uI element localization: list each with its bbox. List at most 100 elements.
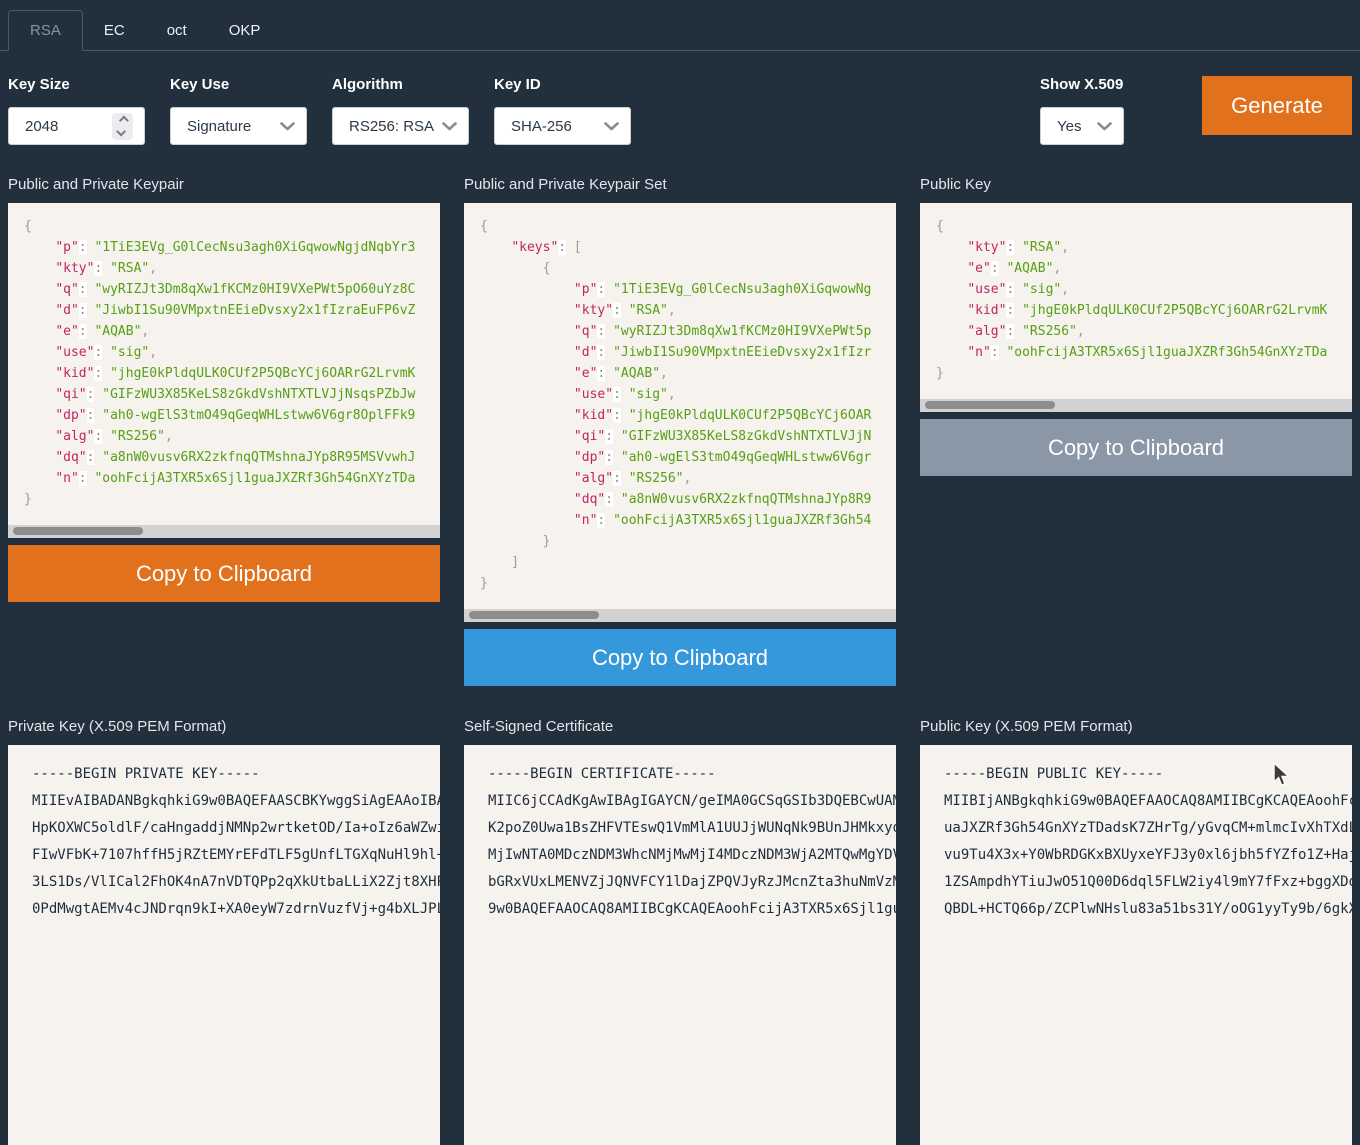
certificate-text: -----BEGIN CERTIFICATE-----MIIC6jCCAdKgA… (464, 745, 896, 923)
code-line: "d": "JiwbI1Su90VMpxtnEEieDvsxy2x1fIzr (480, 342, 896, 363)
pem-line: MIIC6jCCAdKgAwIBAgIGAYCN/geIMA0GCSqGSIb3… (488, 788, 896, 815)
pem-line: MIIBIjANBgkqhkiG9w0BAQEFAAOCAQ8AMIIBCgKC… (944, 788, 1352, 815)
keypair-set-title: Public and Private Keypair Set (464, 175, 896, 194)
key-use-label: Key Use (170, 76, 307, 94)
code-line: "use": "sig", (24, 342, 440, 363)
code-line: "dq": "a8nW0vusv6RX2zkfnqQTMshnaJYp8R9 (480, 489, 896, 510)
chevron-down-icon (442, 122, 457, 131)
key-id-value: SHA-256 (511, 118, 572, 135)
pem-line: -----BEGIN CERTIFICATE----- (488, 761, 896, 788)
code-line: "d": "JiwbI1Su90VMpxtnEEieDvsxy2x1fIzraE… (24, 300, 440, 321)
key-size-value: 2048 (25, 118, 58, 135)
output-grid: Public and Private Keypair { "p": "1TiE3… (8, 175, 1352, 1145)
pem-line: MIIEvAIBADANBgkqhkiG9w0BAQEFAASCBKYwggSi… (32, 788, 440, 815)
private-pem-title: Private Key (X.509 PEM Format) (8, 717, 440, 736)
keypair-json: { "p": "1TiE3EVg_G0lCecNsu3agh0XiGqwowNg… (8, 203, 440, 525)
scrollbar-thumb[interactable] (469, 611, 599, 619)
private-pem-text: -----BEGIN PRIVATE KEY-----MIIEvAIBADANB… (8, 745, 440, 923)
show-x509-select[interactable]: Yes (1040, 107, 1124, 145)
copy-keypair-set-button[interactable]: Copy to Clipboard (464, 629, 896, 686)
key-use-value: Signature (187, 118, 251, 135)
code-line: { (936, 216, 1352, 237)
code-line: { (480, 258, 896, 279)
code-line: ] (480, 552, 896, 573)
spinner-down-icon[interactable] (116, 127, 126, 137)
copy-public-key-button[interactable]: Copy to Clipboard (920, 419, 1352, 476)
spinner-up-icon[interactable] (119, 116, 129, 126)
key-id-group: Key ID SHA-256 (494, 76, 631, 145)
horizontal-scrollbar[interactable] (8, 525, 440, 538)
pem-line: uaJXZRf3Gh54GnXYzTDadsK7ZHrTg/yGvqCM+mlm… (944, 815, 1352, 842)
key-size-group: Key Size 2048 (8, 76, 145, 145)
code-line: { (480, 216, 896, 237)
keypair-panel: { "p": "1TiE3EVg_G0lCecNsu3agh0XiGqwowNg… (8, 203, 440, 538)
pem-line: HpKOXWC5oldlF/caHngaddjNMNp2wrtketOD/Ia+… (32, 815, 440, 842)
keypair-section: Public and Private Keypair { "p": "1TiE3… (8, 175, 440, 717)
code-line: "qi": "GIFzWU3X85KeLS8zGkdVshNTXTLVJjNsq… (24, 384, 440, 405)
code-line: "dp": "ah0-wgElS3tmO49qGeqWHLstww6V6gr (480, 447, 896, 468)
code-line: "q": "wyRIZJt3Dm8qXw1fKCMz0HI9VXePWt5pO6… (24, 279, 440, 300)
pem-line: -----BEGIN PUBLIC KEY----- (944, 761, 1352, 788)
chevron-down-icon (604, 122, 619, 131)
code-line: "kid": "jhgE0kPldqULK0CUf2P5QBcYCj6OARrG… (936, 300, 1352, 321)
keypair-set-json: { "keys": [ { "p": "1TiE3EVg_G0lCecNsu3a… (464, 203, 896, 609)
key-size-input[interactable]: 2048 (8, 107, 145, 145)
code-line: "dq": "a8nW0vusv6RX2zkfnqQTMshnaJYp8R95M… (24, 447, 440, 468)
code-line: "kty": "RSA", (936, 237, 1352, 258)
show-x509-group: Show X.509 Yes (1040, 76, 1124, 145)
certificate-title: Self-Signed Certificate (464, 717, 896, 736)
code-line: "kty": "RSA", (480, 300, 896, 321)
key-use-select[interactable]: Signature (170, 107, 307, 145)
code-line: "alg": "RS256", (936, 321, 1352, 342)
copy-keypair-button[interactable]: Copy to Clipboard (8, 545, 440, 602)
algorithm-value: RS256: RSA (349, 118, 434, 135)
code-line: "n": "oohFcijA3TXR5x6Sjl1guaJXZRf3Gh54Gn… (936, 342, 1352, 363)
code-line: "dp": "ah0-wgElS3tmO49qGeqWHLstww6V6gr8O… (24, 405, 440, 426)
code-line: "alg": "RS256", (24, 426, 440, 447)
pem-line: 1ZSAmpdhYTiuJwO51Q00D6dql5FLW2iy4l9mY7fF… (944, 869, 1352, 896)
algorithm-group: Algorithm RS256: RSA (332, 76, 469, 145)
tab-rsa[interactable]: RSA (8, 10, 83, 51)
chevron-down-icon (280, 122, 295, 131)
tab-okp[interactable]: OKP (208, 11, 282, 50)
code-line: "e": "AQAB", (480, 363, 896, 384)
horizontal-scrollbar[interactable] (464, 609, 896, 622)
keypair-set-panel: { "keys": [ { "p": "1TiE3EVg_G0lCecNsu3a… (464, 203, 896, 622)
code-line: "e": "AQAB", (936, 258, 1352, 279)
code-line: "q": "wyRIZJt3Dm8qXw1fKCMz0HI9VXePWt5p (480, 321, 896, 342)
scrollbar-thumb[interactable] (925, 401, 1055, 409)
horizontal-scrollbar[interactable] (920, 399, 1352, 412)
key-id-label: Key ID (494, 76, 631, 94)
pem-line: 3LS1Ds/VlICal2FhOK4nA7nVDTQPp2qXkUtbaLLi… (32, 869, 440, 896)
chevron-down-icon (1097, 122, 1112, 131)
scrollbar-thumb[interactable] (13, 527, 143, 535)
public-pem-section: Public Key (X.509 PEM Format) -----BEGIN… (920, 717, 1352, 1145)
tab-oct[interactable]: oct (146, 11, 208, 50)
key-type-tabs: RSAECoctOKP (0, 10, 1360, 51)
code-line: "use": "sig", (480, 384, 896, 405)
pem-line: 9w0BAQEFAAOCAQ8AMIIBCgKCAQEAoohFcijA3TXR… (488, 896, 896, 923)
generate-button[interactable]: Generate (1202, 76, 1352, 135)
pem-line: FIwVFbK+7107hffH5jRZtEMYrEFdTLF5gUnfLTGX… (32, 842, 440, 869)
code-line: } (480, 531, 896, 552)
certificate-panel: -----BEGIN CERTIFICATE-----MIIC6jCCAdKgA… (464, 745, 896, 1145)
generator-controls: Key Size 2048 Key Use Signature Algorith… (0, 76, 1360, 145)
code-line: } (24, 489, 440, 510)
pem-line: QBDL+HCTQ66p/ZCPlwNHslu83a51bs31Y/oOG1yy… (944, 896, 1352, 923)
code-line: "keys": [ (480, 237, 896, 258)
public-key-section: Public Key { "kty": "RSA", "e": "AQAB", … (920, 175, 1352, 717)
pem-line: bGRxVUxLMENVZjJQNVFCY1lDajZPQVJyRzJMcnZt… (488, 869, 896, 896)
key-use-group: Key Use Signature (170, 76, 307, 145)
tab-ec[interactable]: EC (83, 11, 146, 50)
key-id-select[interactable]: SHA-256 (494, 107, 631, 145)
keypair-set-section: Public and Private Keypair Set { "keys":… (464, 175, 896, 717)
key-size-label: Key Size (8, 76, 145, 94)
keypair-title: Public and Private Keypair (8, 175, 440, 194)
code-line: "n": "oohFcijA3TXR5x6Sjl1guaJXZRf3Gh54Gn… (24, 468, 440, 489)
pem-line: 0PdMwgtAEMv4cJNDrqn9kI+XA0eyW7zdrnVuzfVj… (32, 896, 440, 923)
show-x509-label: Show X.509 (1040, 76, 1124, 94)
code-line: "kty": "RSA", (24, 258, 440, 279)
number-spinner[interactable] (112, 113, 133, 140)
algorithm-select[interactable]: RS256: RSA (332, 107, 469, 145)
private-pem-section: Private Key (X.509 PEM Format) -----BEGI… (8, 717, 440, 1145)
